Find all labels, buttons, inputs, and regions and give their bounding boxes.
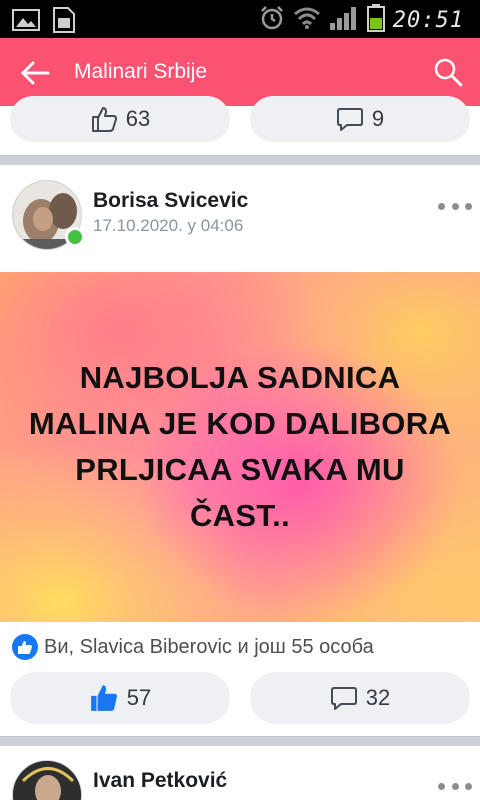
comment-icon [330, 687, 357, 710]
comment-count: 32 [365, 685, 391, 710]
sim-card-icon [52, 6, 76, 39]
comment-button[interactable]: 32 [250, 672, 470, 724]
post-text: NAJBOLJA SADNICA MALINA JE KOD DALIBORA … [5, 355, 475, 539]
like-reaction-icon [12, 634, 38, 660]
previous-post-comment-button[interactable]: 9 [250, 96, 470, 142]
signal-icon [329, 5, 359, 36]
status-bar: 20:51 [0, 0, 480, 38]
wifi-icon [293, 6, 321, 35]
battery-icon [366, 4, 385, 37]
more-dot-icon [438, 202, 445, 210]
post-author[interactable]: Borisa Svicevic [93, 189, 248, 213]
online-status-indicator [65, 227, 85, 247]
post-divider [0, 736, 480, 746]
post-timestamp[interactable]: 17.10.2020. у 04:06 [93, 216, 243, 236]
post-divider [0, 155, 480, 165]
post-text-line: PRLJICAA SVAKA MU [75, 452, 405, 487]
next-author-avatar[interactable] [12, 760, 82, 800]
thumbs-up-outline-icon [91, 107, 117, 132]
next-post-author[interactable]: Ivan Petković [93, 769, 227, 793]
more-dot-icon [438, 782, 445, 790]
screen: 20:51 Malinari Srbije 63 9 Borisa Svicev… [0, 0, 480, 800]
post-options-button[interactable] [438, 196, 472, 216]
post-text-line: MALINA JE KOD DALIBORA [28, 406, 452, 441]
post-text-line: ČAST.. [190, 498, 290, 533]
search-icon [434, 58, 463, 87]
more-dot-icon [451, 782, 459, 790]
back-button[interactable] [18, 56, 52, 90]
comment-icon [336, 108, 363, 131]
gallery-icon [12, 9, 40, 36]
search-button[interactable] [430, 54, 466, 90]
reactions-summary[interactable]: Ви, Slavica Biberovic и још 55 особа [12, 634, 374, 660]
avatar-photo [13, 761, 81, 800]
clock: 20:51 [392, 8, 464, 33]
more-dot-icon [465, 782, 472, 790]
previous-post-like-button[interactable]: 63 [10, 96, 230, 142]
more-dot-icon [465, 202, 472, 210]
like-button[interactable]: 57 [10, 672, 230, 724]
like-count: 63 [125, 106, 151, 131]
page-title: Malinari Srbije [74, 60, 208, 83]
thumbs-up-filled-icon [90, 685, 117, 711]
next-post-options-button[interactable] [438, 776, 472, 796]
reactions-text: Ви, Slavica Biberovic и још 55 особа [44, 635, 374, 658]
comment-count: 9 [371, 106, 385, 131]
post-background-card[interactable]: NAJBOLJA SADNICA MALINA JE KOD DALIBORA … [0, 272, 480, 622]
back-arrow-icon [21, 61, 50, 85]
more-dot-icon [451, 202, 459, 210]
alarm-icon [259, 5, 285, 36]
like-count: 57 [126, 685, 152, 710]
post-text-line: NAJBOLJA SADNICA [79, 360, 401, 395]
